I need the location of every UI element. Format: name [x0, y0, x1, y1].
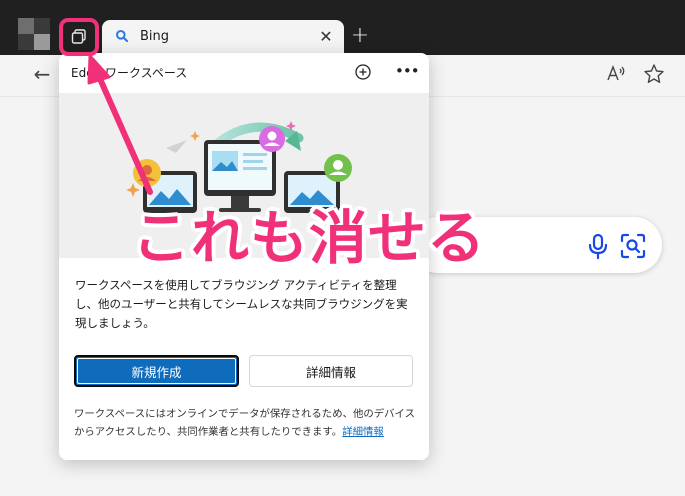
voice-search-button[interactable]: [585, 232, 611, 260]
new-tab-button[interactable]: +: [348, 24, 372, 48]
create-workspace-button[interactable]: [352, 61, 374, 83]
microphone-icon: [588, 233, 608, 260]
favorite-button[interactable]: [642, 62, 666, 86]
profile-avatar[interactable]: [18, 18, 50, 50]
tab-title: Bing: [140, 29, 170, 44]
annotation-caption: これも消せる: [132, 204, 487, 272]
visual-search-button[interactable]: [618, 232, 648, 260]
workspaces-highlight-box: [59, 18, 99, 56]
add-circle-icon: [355, 64, 371, 80]
flyout-title: Edge ワークスペース: [71, 66, 188, 80]
close-tab-button[interactable]: ✕: [316, 27, 336, 47]
favorite-star-icon: [644, 64, 664, 83]
read-aloud-icon: [607, 65, 625, 81]
flyout-footnote: ワークスペースにはオンラインでデータが保存されるため、他のデバイスからアクセスし…: [74, 405, 419, 441]
new-workspace-button[interactable]: 新規作成: [74, 355, 239, 387]
search-icon: [116, 30, 129, 43]
learn-more-button[interactable]: 詳細情報: [249, 355, 413, 387]
flyout-description: ワークスペースを使用してブラウジング アクティビティを整理し、他のユーザーと共有…: [75, 278, 408, 330]
read-aloud-button[interactable]: [604, 62, 628, 86]
more-options-button[interactable]: •••: [395, 61, 420, 83]
tab-strip: Bing ✕ +: [0, 0, 685, 55]
visual-search-icon: [620, 233, 646, 259]
tab-bing[interactable]: Bing ✕: [102, 20, 344, 55]
back-button[interactable]: ←: [30, 62, 54, 86]
learn-more-link[interactable]: 詳細情報: [342, 426, 384, 438]
